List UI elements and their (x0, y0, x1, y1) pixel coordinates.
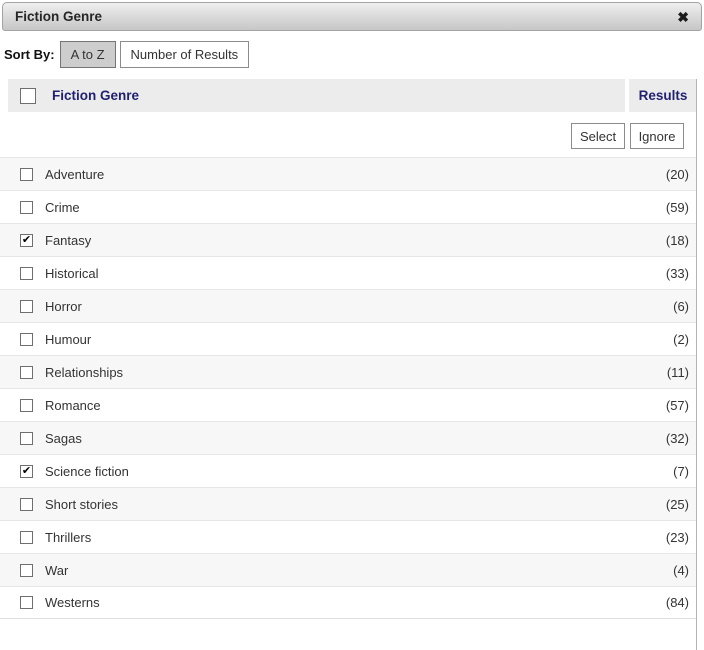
row-checkbox[interactable]: ✔ (20, 234, 33, 247)
genre-result-count: (23) (666, 530, 689, 545)
genre-result-count: (18) (666, 233, 689, 248)
genre-label: Adventure (45, 167, 104, 182)
row-checkbox[interactable] (20, 366, 33, 379)
dialog-title: Fiction Genre (15, 9, 102, 24)
genre-result-count: (25) (666, 497, 689, 512)
genre-label: Sagas (45, 431, 82, 446)
row-checkbox[interactable] (20, 168, 33, 181)
genre-row[interactable]: Short stories (25) (0, 487, 697, 520)
genre-label: Crime (45, 200, 80, 215)
genre-row[interactable]: Sagas (32) (0, 421, 697, 454)
genre-result-count: (57) (666, 398, 689, 413)
dialog-right-border (696, 79, 697, 650)
action-buttons: Select Ignore (0, 123, 697, 149)
genre-row[interactable]: War (4) (0, 553, 697, 586)
genre-result-count: (59) (666, 200, 689, 215)
genre-result-count: (2) (673, 332, 689, 347)
sort-a-to-z-button[interactable]: A to Z (60, 41, 116, 68)
genre-label: Romance (45, 398, 101, 413)
genre-label: Relationships (45, 365, 123, 380)
row-checkbox[interactable] (20, 564, 33, 577)
sort-by-bar: Sort By: A to Z Number of Results (4, 41, 249, 68)
row-checkbox[interactable] (20, 399, 33, 412)
genre-row[interactable]: Humour (2) (0, 322, 697, 355)
genre-result-count: (84) (666, 595, 689, 610)
genre-list: Adventure (20) Crime (59) ✔ Fantasy (18)… (0, 157, 697, 619)
ignore-button[interactable]: Ignore (630, 123, 684, 149)
genre-row[interactable]: Romance (57) (0, 388, 697, 421)
genre-result-count: (4) (673, 563, 689, 578)
genre-row[interactable]: Thrillers (23) (0, 520, 697, 553)
genre-label: Thrillers (45, 530, 91, 545)
column-header-results: Results (639, 88, 688, 103)
genre-row[interactable]: Adventure (20) (0, 157, 697, 190)
genre-row[interactable]: ✔ Science fiction (7) (0, 454, 697, 487)
genre-row[interactable]: ✔ Fantasy (18) (0, 223, 697, 256)
genre-label: Horror (45, 299, 82, 314)
genre-result-count: (7) (673, 464, 689, 479)
genre-result-count: (11) (667, 365, 689, 380)
genre-result-count: (33) (666, 266, 689, 281)
genre-row[interactable]: Historical (33) (0, 256, 697, 289)
genre-label: War (45, 563, 68, 578)
fiction-genre-dialog: Fiction Genre ✖ Sort By: A to Z Number o… (0, 0, 704, 650)
genre-row[interactable]: Westerns (84) (0, 586, 697, 619)
row-checkbox[interactable] (20, 432, 33, 445)
table-header: Fiction Genre (8, 79, 625, 112)
row-checkbox[interactable] (20, 201, 33, 214)
genre-label: Short stories (45, 497, 118, 512)
table-header-results: Results (629, 79, 697, 112)
row-checkbox[interactable] (20, 267, 33, 280)
genre-label: Humour (45, 332, 91, 347)
select-all-checkbox[interactable] (20, 88, 36, 104)
close-icon[interactable]: ✖ (677, 10, 689, 24)
genre-result-count: (20) (666, 167, 689, 182)
row-checkbox[interactable] (20, 596, 33, 609)
genre-row[interactable]: Relationships (11) (0, 355, 697, 388)
row-checkbox[interactable] (20, 333, 33, 346)
select-button[interactable]: Select (571, 123, 625, 149)
row-checkbox[interactable] (20, 531, 33, 544)
dialog-titlebar: Fiction Genre ✖ (2, 2, 702, 31)
genre-label: Fantasy (45, 233, 91, 248)
column-header-genre: Fiction Genre (52, 88, 139, 103)
genre-row[interactable]: Horror (6) (0, 289, 697, 322)
row-checkbox[interactable]: ✔ (20, 465, 33, 478)
row-checkbox[interactable] (20, 498, 33, 511)
genre-result-count: (6) (673, 299, 689, 314)
genre-label: Historical (45, 266, 98, 281)
sort-number-of-results-button[interactable]: Number of Results (120, 41, 250, 68)
row-checkbox[interactable] (20, 300, 33, 313)
genre-label: Science fiction (45, 464, 129, 479)
genre-row[interactable]: Crime (59) (0, 190, 697, 223)
sort-by-label: Sort By: (4, 47, 55, 62)
genre-result-count: (32) (666, 431, 689, 446)
genre-label: Westerns (45, 595, 100, 610)
